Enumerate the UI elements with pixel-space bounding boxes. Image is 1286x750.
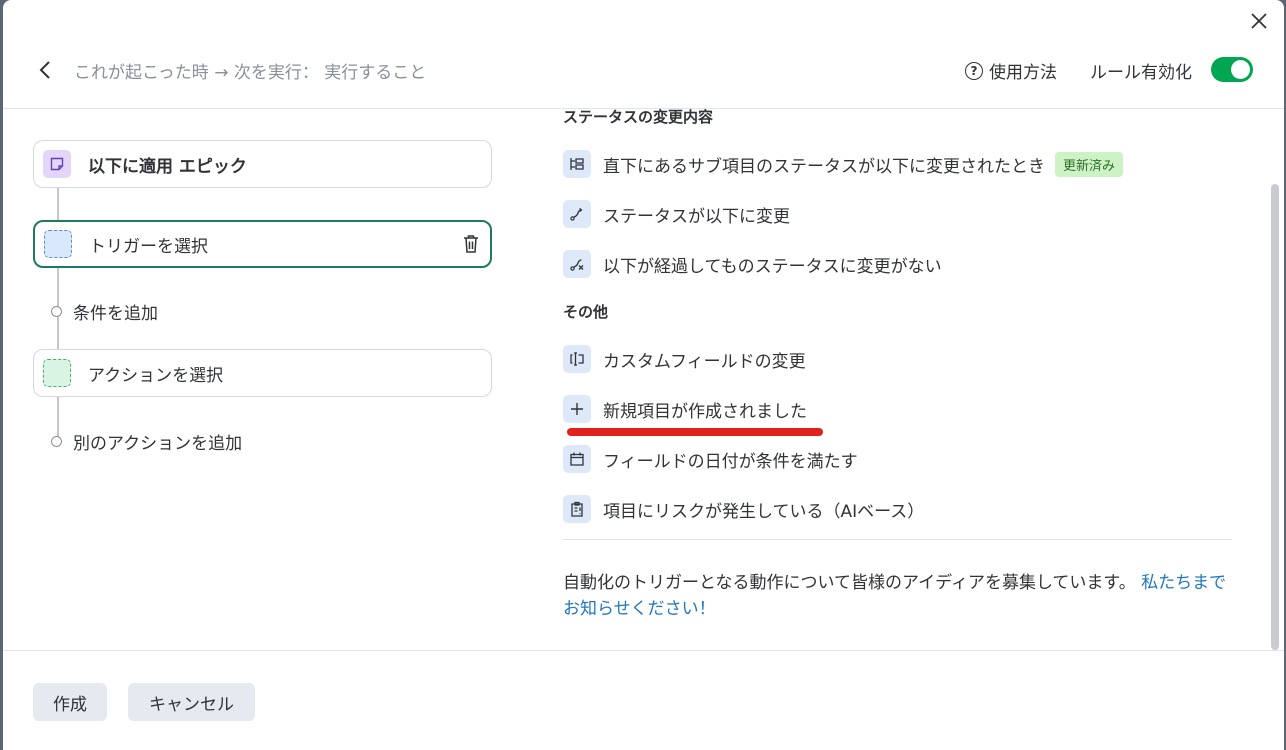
cancel-button[interactable]: キャンセル [128,683,255,721]
apply-to-prefix: 以下に適用 [88,156,173,177]
connector-line [57,188,59,220]
feedback-text: 自動化のトリガーとなる動作について皆様のアイディアを募集しています。 私たちまで… [563,570,1238,622]
subitems-icon [563,150,591,178]
status-change-icon [563,200,591,228]
epic-icon [43,150,71,178]
add-action-label: 別のアクションを追加 [73,434,243,454]
plus-icon [563,395,591,423]
trigger-option-status-change[interactable]: ステータスが以下に変更 [563,199,790,229]
trigger-option-date-field[interactable]: フィールドの日付が条件を満たす [563,444,858,474]
toggle-knob [1231,60,1250,79]
trigger-card-label: トリガーを選択 [89,236,208,257]
trigger-option-label: カスタムフィールドの変更 [603,351,806,372]
scrollbar[interactable] [1271,184,1279,650]
modal-header: これが起こった時 → 次を実行： 実行すること ? 使用方法 ルール有効化 [3,0,1284,109]
connector-dot [51,436,62,447]
trigger-card[interactable]: トリガーを選択 [33,220,492,268]
risk-clipboard-icon [563,495,591,523]
trigger-option-risk-ai[interactable]: 項目にリスクが発生している（AIベース） [563,494,924,524]
breadcrumb: これが起こった時 → 次を実行： 実行すること [74,63,427,83]
trash-icon[interactable] [462,234,480,254]
status-section-title: ステータスの変更内容 [563,108,714,126]
trigger-option-label: ステータスが以下に変更 [603,206,790,227]
howto-link[interactable]: ? 使用方法 [965,58,1057,83]
help-icon: ? [965,61,983,80]
highlight-underline [567,428,823,436]
trigger-option-new-item[interactable]: 新規項目が作成されました [563,394,807,424]
automation-modal: これが起こった時 → 次を実行： 実行すること ? 使用方法 ルール有効化 以下… [3,0,1284,750]
trigger-option-no-status-change[interactable]: 以下が経過してものステータスに変更がない [563,249,942,279]
apply-to-target: エピック [178,156,247,177]
modal-footer: 作成 キャンセル [3,650,1284,750]
trigger-placeholder-icon [44,230,72,258]
trigger-option-label: 直下にあるサブ項目のステータスが以下に変更されたとき [603,156,1045,177]
trigger-option-custom-field[interactable]: カスタムフィールドの変更 [563,344,806,374]
add-condition-label: 条件を追加 [73,304,158,324]
trigger-option-label: 新規項目が作成されました [603,401,807,422]
add-condition-button[interactable]: 条件を追加 [51,299,158,324]
apply-to-card[interactable]: 以下に適用 エピック [33,140,492,188]
updated-badge: 更新済み [1055,151,1124,177]
no-change-icon [563,250,591,278]
back-arrow-icon[interactable] [35,58,57,82]
action-card[interactable]: アクションを選択 [33,349,492,397]
feedback-message: 自動化のトリガーとなる動作について皆様のアイディアを募集しています。 [563,573,1136,593]
create-button[interactable]: 作成 [33,683,107,721]
action-card-label: アクションを選択 [88,365,224,386]
divider [563,539,1232,540]
trigger-option-label: 項目にリスクが発生している（AIベース） [603,501,925,522]
apply-to-label: 以下に適用 エピック [88,152,247,177]
trigger-option-label: 以下が経過してものステータスに変更がない [603,256,942,277]
action-placeholder-icon [43,359,71,387]
calendar-icon [563,445,591,473]
add-action-button[interactable]: 別のアクションを追加 [51,429,242,454]
connector-dot [51,306,62,317]
rule-enable-toggle[interactable] [1211,57,1253,82]
trigger-option-subitems-status[interactable]: 直下にあるサブ項目のステータスが以下に変更されたとき 更新済み [563,149,1124,179]
howto-label: 使用方法 [989,63,1057,83]
rule-enable-label: ルール有効化 [1090,63,1192,83]
custom-field-icon [563,345,591,373]
trigger-option-label: フィールドの日付が条件を満たす [603,451,858,472]
other-section-title: その他 [563,303,609,321]
